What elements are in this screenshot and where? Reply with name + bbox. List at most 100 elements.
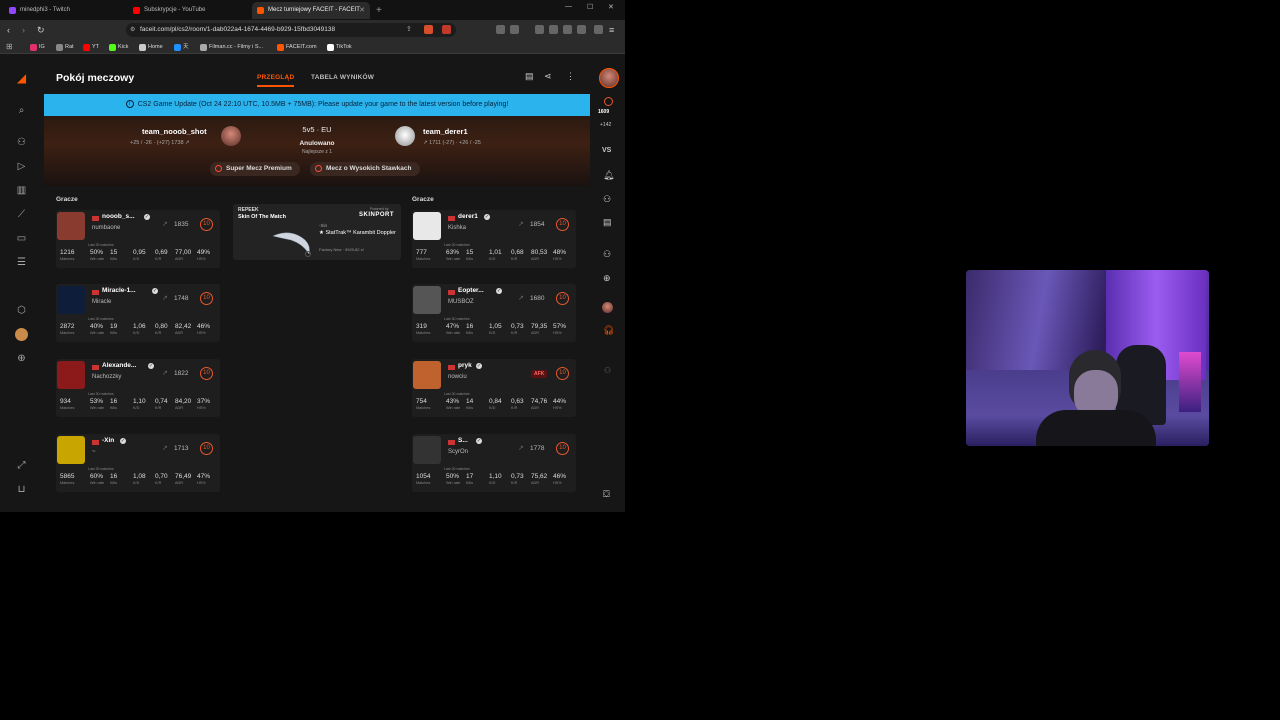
player-card[interactable]: Miracle-1... ✓ Miracle ↗ 1748 10 Last 30 match… bbox=[56, 284, 220, 342]
browser-tab-youtube[interactable]: Subskrypcje - YouTube bbox=[128, 2, 248, 19]
player-card[interactable]: Alexande... ✓ Nachozzky ↗ 1822 10 Last 30 matc… bbox=[56, 359, 220, 417]
bookmark-tiktok[interactable]: TikTok bbox=[327, 40, 352, 54]
address-bar[interactable]: ⚙ faceit.com/pl/cs2/room/1-dab022a4-1674… bbox=[126, 23, 456, 37]
vs-button[interactable]: VS bbox=[602, 147, 611, 154]
player-card[interactable]: nooob_s... ✓ numbaone ↗ 1835 10 Last 30 matche… bbox=[56, 210, 220, 268]
maximize-button[interactable]: ☐ bbox=[587, 3, 593, 11]
wallet-icon[interactable] bbox=[563, 25, 572, 34]
bookmark-kick[interactable]: Kick bbox=[109, 40, 128, 54]
player-avatar[interactable] bbox=[57, 212, 85, 240]
stat-value: 79,35 bbox=[531, 323, 548, 330]
player-card[interactable]: derer1 ✓ Kishka ↗ 1854 10 Last 30 matches 777 Ma… bbox=[412, 210, 576, 268]
party-member-avatar[interactable] bbox=[602, 302, 613, 313]
bookmark-ig[interactable]: IG bbox=[30, 40, 45, 54]
close-window-button[interactable]: ✕ bbox=[608, 3, 614, 11]
player-name[interactable]: S... bbox=[458, 437, 468, 444]
new-tab-button[interactable]: + bbox=[376, 2, 382, 19]
messages-icon[interactable]: ▤ bbox=[603, 217, 612, 228]
player-avatar[interactable] bbox=[413, 212, 441, 240]
player-nickname: MUSBOZ bbox=[448, 299, 474, 305]
apps-icon[interactable]: ⊞ bbox=[6, 40, 13, 54]
info-icon: i bbox=[125, 100, 134, 109]
stat-label: Kills bbox=[110, 257, 117, 261]
stat-value: 77,00 bbox=[175, 249, 192, 256]
browser-tab-twitch[interactable]: minedphi3 - Twitch bbox=[4, 2, 124, 19]
feed-icon[interactable]: ☰ bbox=[15, 256, 28, 269]
friends-icon[interactable]: ⚇ bbox=[603, 194, 611, 205]
player-avatar[interactable] bbox=[57, 286, 85, 314]
stats-icon[interactable]: ⟋ bbox=[15, 208, 28, 221]
player-card[interactable]: S... ✓ ScyrOn ↗ 1778 10 Last 30 matches 1054 Mat… bbox=[412, 434, 576, 492]
bookmark-rat[interactable]: Rat bbox=[56, 40, 74, 54]
player-name[interactable]: Eopter... bbox=[458, 287, 484, 294]
player-avatar[interactable] bbox=[57, 436, 85, 464]
player-name[interactable]: -Xin bbox=[102, 437, 114, 444]
high-stakes-badge[interactable]: Mecz o Wysokich Stawkach bbox=[310, 162, 420, 176]
share-icon[interactable]: ⇪ bbox=[406, 25, 412, 33]
play-icon[interactable]: ▷ bbox=[15, 160, 28, 173]
close-tab-icon[interactable]: ✕ bbox=[359, 2, 365, 19]
expand-icon[interactable]: ⤢ bbox=[15, 459, 28, 472]
forward-icon[interactable]: › bbox=[22, 24, 25, 36]
tab-overview[interactable]: PRZEGLĄD bbox=[257, 74, 295, 87]
menu-icon[interactable]: ≡ bbox=[609, 24, 614, 36]
match-status: Anulowano bbox=[299, 140, 335, 147]
share-icon[interactable]: ⋖ bbox=[544, 71, 552, 82]
user-avatar[interactable] bbox=[599, 68, 619, 88]
vpn-icon[interactable] bbox=[594, 25, 603, 34]
player-avatar[interactable] bbox=[413, 436, 441, 464]
player-name[interactable]: derer1 bbox=[458, 213, 478, 220]
browser-tab-faceit[interactable]: Mecz turniejowy FACEIT - FACEIT ✕ bbox=[252, 2, 370, 19]
search-icon[interactable]: ⌕ bbox=[15, 104, 28, 117]
ranking-icon[interactable]: ▥ bbox=[15, 184, 28, 197]
add-friend-icon[interactable]: ⊕ bbox=[603, 273, 611, 284]
faceit-logo-icon[interactable]: ◢ bbox=[15, 72, 28, 85]
minimize-button[interactable]: — bbox=[565, 3, 572, 10]
player-card[interactable]: -Xin ✓ ~ ↗ 1713 10 Last 30 matches 5865 Matches 6… bbox=[56, 434, 220, 492]
team1-name[interactable]: team_nooob_shot bbox=[142, 127, 207, 136]
player-stat: 0,70 K/R bbox=[155, 473, 168, 485]
player-avatar[interactable] bbox=[413, 286, 441, 314]
player-name[interactable]: pryk bbox=[458, 362, 472, 369]
watch-icon[interactable]: ▭ bbox=[15, 232, 28, 245]
player-name[interactable]: Alexande... bbox=[102, 362, 136, 369]
rat-icon bbox=[56, 44, 63, 51]
brave-shield-icon[interactable] bbox=[424, 25, 433, 34]
music-icon[interactable] bbox=[535, 25, 544, 34]
more-icon[interactable]: ⋮ bbox=[566, 71, 575, 82]
player-avatar[interactable] bbox=[57, 361, 85, 389]
mascot-icon[interactable]: ⛋ bbox=[603, 489, 610, 500]
bookmark-filman[interactable]: Filman.cc - Filmy i S... bbox=[200, 40, 263, 54]
bookmark-yt[interactable]: YT bbox=[83, 40, 99, 54]
player-card[interactable]: Eopter... ✓ MUSBOZ ↗ 1680 10 Last 30 matches 31… bbox=[412, 284, 576, 342]
skin-of-the-match[interactable]: REPEEK Skin Of The Match Powered by SKIN… bbox=[233, 204, 401, 260]
tab-scoreboard[interactable]: TABELA WYNIKÓW bbox=[311, 74, 374, 81]
player-avatar[interactable] bbox=[413, 361, 441, 389]
reload-icon[interactable]: ↻ bbox=[37, 24, 45, 36]
player-card[interactable]: pryk ✓ nowciu AFK 10 Last 30 matches 754 Matche… bbox=[412, 359, 576, 417]
notifications-icon[interactable]: 🔔︎ bbox=[603, 170, 614, 181]
back-icon[interactable]: ‹ bbox=[7, 24, 10, 36]
find-players-icon[interactable]: ⚇ bbox=[15, 136, 28, 149]
extension-icon[interactable] bbox=[577, 25, 586, 34]
team2-name[interactable]: team_derer1 bbox=[423, 127, 468, 136]
club-avatar-icon[interactable] bbox=[15, 328, 28, 341]
extension-icon[interactable] bbox=[496, 25, 505, 34]
player-name[interactable]: Miracle-1... bbox=[102, 287, 136, 294]
rewards-icon[interactable] bbox=[442, 25, 451, 34]
voice-icon[interactable]: 🎧︎ bbox=[603, 325, 614, 336]
elo-trend-icon: ↗ bbox=[162, 445, 168, 452]
bookmark-home[interactable]: Home bbox=[139, 40, 163, 54]
party-icon[interactable]: ⚇ bbox=[603, 249, 611, 260]
chat-icon[interactable]: ▤ bbox=[525, 71, 534, 82]
bookmark-faceit[interactable]: FACEIT.com bbox=[277, 40, 317, 54]
extension-icon[interactable] bbox=[510, 25, 519, 34]
player-name[interactable]: nooob_s... bbox=[102, 213, 135, 220]
sidebar-icon[interactable] bbox=[549, 25, 558, 34]
site-info-icon[interactable]: ⚙ bbox=[130, 26, 135, 33]
shop-icon[interactable]: ⊔ bbox=[15, 483, 28, 496]
add-icon[interactable]: ⊕ bbox=[15, 352, 28, 365]
bookmark-tian[interactable]: 天 bbox=[174, 40, 189, 54]
super-match-badge[interactable]: Super Mecz Premium bbox=[210, 162, 300, 176]
clubs-icon[interactable]: ⬡ bbox=[15, 304, 28, 317]
